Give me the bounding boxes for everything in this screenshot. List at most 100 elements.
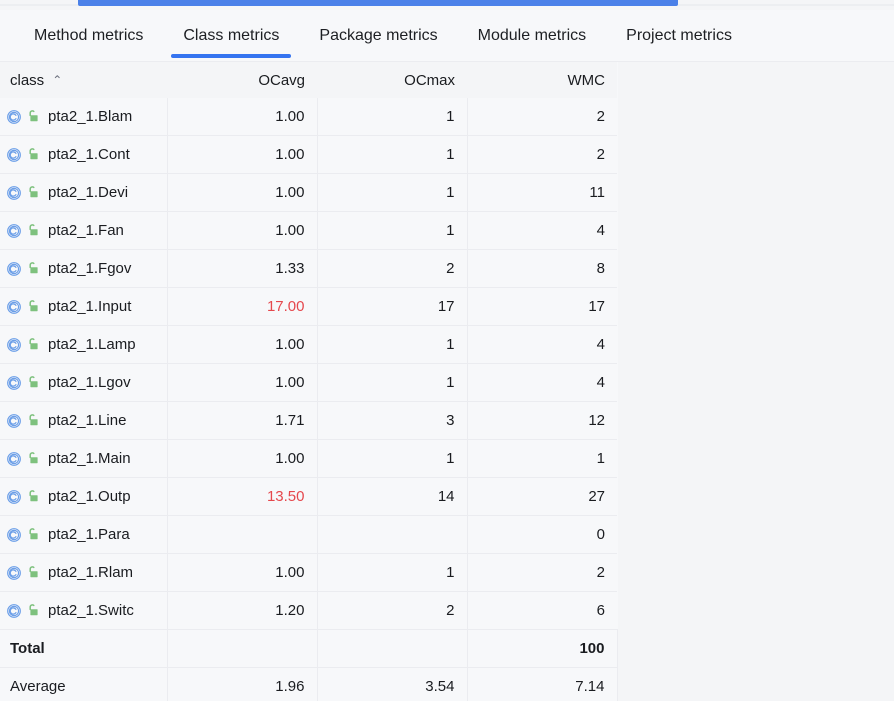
cell-ocavg[interactable]: 1.00 [167,173,318,212]
cell-ocmax[interactable]: 1 [317,211,468,250]
cell-class[interactable]: pta2_1.Input [0,287,168,326]
table-row[interactable]: pta2_1.Lgov 1.00 1 4 [0,363,617,402]
cell-ocavg[interactable]: 17.00 [167,287,318,326]
cell-ocavg[interactable]: 1.33 [167,249,318,288]
tab-module-metrics[interactable]: Module metrics [458,10,606,62]
cell-class[interactable]: pta2_1.Fan [0,211,168,250]
tab-label: Method metrics [34,27,144,44]
cell-wmc[interactable]: 8 [467,249,617,288]
column-header-ocavg[interactable]: OCavg [167,62,317,98]
cell-ocavg[interactable]: 1.00 [167,211,318,250]
cell-ocmax[interactable]: 1 [317,325,468,364]
cell-ocavg[interactable]: 13.50 [167,477,318,516]
table-row-average[interactable]: Average 1.96 3.54 7.14 [0,667,618,701]
class-cell-content: pta2_1.Outp [6,488,166,505]
table-row[interactable]: pta2_1.Devi 1.00 1 11 [0,173,617,212]
cell-ocavg[interactable]: 1.00 [167,439,318,478]
unlocked-padlock-icon [26,261,44,277]
cell-ocmax[interactable]: 1 [317,173,468,212]
cell-wmc[interactable]: 2 [467,553,617,592]
cell-ocavg[interactable] [167,515,318,554]
tab-package-metrics[interactable]: Package metrics [299,10,457,62]
cell-ocmax[interactable]: 14 [317,477,468,516]
table-row[interactable]: pta2_1.Cont 1.00 1 2 [0,135,617,174]
cell-class[interactable]: pta2_1.Para [0,515,168,554]
cell-wmc[interactable]: 4 [467,363,617,402]
column-header-class[interactable]: class ⌃ [0,62,167,98]
column-header-wmc[interactable]: WMC [467,62,617,98]
cell-class[interactable]: pta2_1.Fgov [0,249,168,288]
cell-class[interactable]: pta2_1.Cont [0,135,168,174]
cell-ocmax[interactable]: 1 [317,135,468,174]
unlocked-padlock-icon [26,109,44,125]
cell-class[interactable]: pta2_1.Rlam [0,553,168,592]
cell-wmc[interactable]: 27 [467,477,617,516]
cell-wmc[interactable]: 0 [467,515,617,554]
cell-class[interactable]: pta2_1.Line [0,401,168,440]
tab-project-metrics[interactable]: Project metrics [606,10,752,62]
table-row[interactable]: pta2_1.Switc 1.20 2 6 [0,591,617,630]
cell-ocmax[interactable]: 1 [317,553,468,592]
cell-class[interactable]: pta2_1.Devi [0,173,168,212]
cell-ocavg[interactable]: 1.00 [167,325,318,364]
cell-ocavg[interactable]: 1.20 [167,591,318,630]
table-row[interactable]: pta2_1.Input 17.00 17 17 [0,287,617,326]
cell-wmc[interactable]: 1 [467,439,617,478]
class-cell-content: pta2_1.Rlam [6,564,166,581]
tab-class-metrics[interactable]: Class metrics [163,10,299,62]
cell-wmc[interactable]: 4 [467,325,617,364]
cell-wmc[interactable]: 17 [467,287,617,326]
summary-ocavg: 1.96 [167,667,318,701]
cell-class[interactable]: pta2_1.Blam [0,98,168,136]
metrics-tab-strip: Method metrics Class metrics Package metri… [0,10,894,62]
cell-class[interactable]: pta2_1.Outp [0,477,168,516]
cell-class[interactable]: pta2_1.Lamp [0,325,168,364]
table-row[interactable]: pta2_1.Line 1.71 3 12 [0,401,617,440]
table-row[interactable]: pta2_1.Lamp 1.00 1 4 [0,325,617,364]
table-row[interactable]: pta2_1.Fgov 1.33 2 8 [0,249,617,288]
cell-ocmax[interactable]: 17 [317,287,468,326]
table-row[interactable]: pta2_1.Outp 13.50 14 27 [0,477,617,516]
cell-ocmax[interactable]: 3 [317,401,468,440]
table-row-total[interactable]: Total 100 [0,629,618,668]
cell-ocmax[interactable] [317,515,468,554]
cell-wmc[interactable]: 12 [467,401,617,440]
cell-ocavg[interactable]: 1.00 [167,363,318,402]
class-name-label: pta2_1.Blam [48,108,133,125]
class-icon [6,489,26,505]
cell-wmc[interactable]: 6 [467,591,617,630]
unlocked-padlock-icon [26,147,44,163]
table-body: pta2_1.Blam 1.00 1 2 pta2_1.Cont 1.00 1 2 pta2_1… [0,98,618,701]
cell-ocavg[interactable]: 1.00 [167,135,318,174]
class-name-label: pta2_1.Lgov [48,374,131,391]
cell-ocmax[interactable]: 1 [317,98,468,136]
unlocked-padlock-icon [26,565,44,581]
tab-method-metrics[interactable]: Method metrics [14,10,163,62]
cell-ocavg[interactable]: 1.00 [167,553,318,592]
cell-wmc[interactable]: 4 [467,211,617,250]
cell-ocavg[interactable]: 1.00 [167,98,318,136]
tab-label: Project metrics [626,27,732,44]
table-row[interactable]: pta2_1.Fan 1.00 1 4 [0,211,617,250]
cell-wmc[interactable]: 2 [467,135,617,174]
class-icon [6,565,26,581]
cell-wmc[interactable]: 2 [467,98,617,136]
cell-class[interactable]: pta2_1.Switc [0,591,168,630]
column-header-ocmax[interactable]: OCmax [317,62,467,98]
class-icon [6,527,26,543]
cell-ocavg[interactable]: 1.71 [167,401,318,440]
cell-ocmax[interactable]: 2 [317,249,468,288]
cell-wmc[interactable]: 11 [467,173,617,212]
table-row[interactable]: pta2_1.Blam 1.00 1 2 [0,98,617,136]
cell-ocmax[interactable]: 1 [317,363,468,402]
cell-ocmax[interactable]: 2 [317,591,468,630]
cell-ocmax[interactable]: 1 [317,439,468,478]
table-row[interactable]: pta2_1.Para 0 [0,515,617,554]
tab-label: Module metrics [477,27,587,44]
cell-class[interactable]: pta2_1.Main [0,439,168,478]
table-row[interactable]: pta2_1.Main 1.00 1 1 [0,439,617,478]
class-metrics-table-container[interactable]: class ⌃ OCavg OCmax WMC pta2_1.Blam 1.00 1 2… [0,62,894,701]
cell-class[interactable]: pta2_1.Lgov [0,363,168,402]
table-row[interactable]: pta2_1.Rlam 1.00 1 2 [0,553,617,592]
class-icon [6,261,26,277]
